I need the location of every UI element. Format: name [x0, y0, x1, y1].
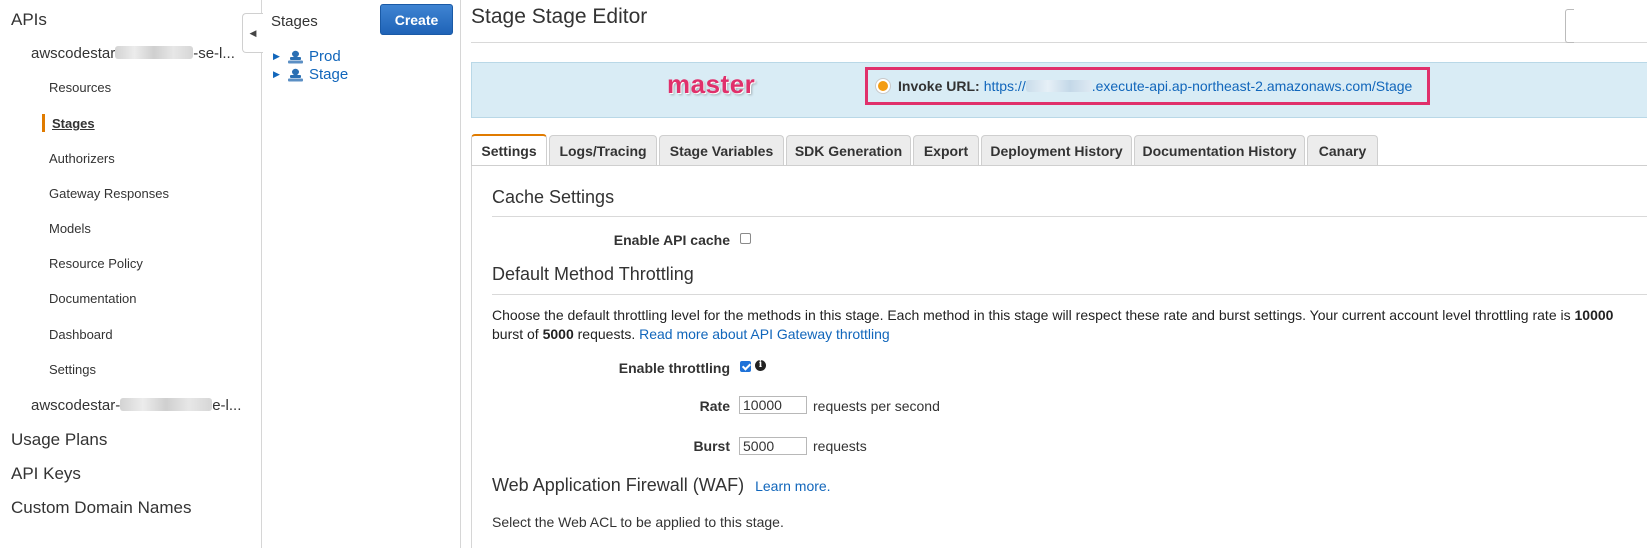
stage-tree-item-prod[interactable]: ▶ Prod: [273, 48, 341, 65]
nav-stages[interactable]: Stages: [52, 116, 95, 131]
invoke-url-highlight: Invoke URL: https:// .execute-api.ap-nort…: [865, 67, 1430, 105]
waf-heading: Web Application Firewall (WAF) Learn mor…: [492, 475, 831, 496]
nav-api-1-suffix: -se-l...: [193, 45, 235, 62]
nav-models[interactable]: Models: [49, 221, 91, 236]
redacted-blur: [115, 46, 194, 59]
waf-heading-text: Web Application Firewall (WAF): [492, 475, 745, 495]
nav-dashboard[interactable]: Dashboard: [49, 327, 113, 342]
nav-api-1-prefix: awscodestar: [31, 45, 116, 62]
branch-badge: master: [667, 69, 756, 99]
rate-suffix: requests per second: [813, 398, 940, 414]
invoke-url-banner: master Invoke URL: https:// .execute-api.…: [471, 62, 1647, 118]
throttling-desc-text-2: burst of: [492, 326, 543, 342]
nav-documentation[interactable]: Documentation: [49, 291, 136, 306]
stages-panel-title: Stages: [271, 13, 318, 30]
enable-throttling-label: Enable throttling: [618, 360, 730, 376]
settings-panel: Cache Settings Enable API cache Default …: [471, 166, 1647, 548]
nav-apis[interactable]: APIs: [11, 10, 47, 30]
tab-deployment-history[interactable]: Deployment History: [981, 135, 1132, 165]
stage-tree-label: Prod: [309, 48, 341, 65]
throttling-heading: Default Method Throttling: [492, 264, 694, 284]
caret-right-icon[interactable]: ▶: [273, 69, 287, 80]
throttling-desc-text: Choose the default throttling level for …: [492, 307, 1575, 323]
nav-gateway-responses[interactable]: Gateway Responses: [49, 186, 169, 201]
enable-throttling-checkbox[interactable]: [740, 361, 751, 372]
rate-input[interactable]: [739, 396, 807, 414]
tab-sdk-generation[interactable]: SDK Generation: [786, 135, 911, 165]
tab-documentation-history[interactable]: Documentation History: [1134, 135, 1305, 165]
stage-tree-item-stage[interactable]: ▶ Stage: [273, 66, 348, 83]
invoke-url-prefix: https://: [983, 78, 1026, 94]
throttling-desc-text-3: requests.: [573, 326, 640, 342]
rate-label: Rate: [699, 398, 730, 414]
collapse-panel-button[interactable]: ◀: [242, 13, 263, 53]
waf-learn-more-link[interactable]: Learn more.: [755, 478, 830, 494]
redacted-blur: [1025, 80, 1092, 92]
enable-api-cache-label: Enable API cache: [613, 232, 730, 248]
burst-suffix: requests: [813, 438, 867, 454]
left-navigation: APIs awscodestar -se-l... Resources Stage…: [0, 0, 262, 548]
nav-settings[interactable]: Settings: [49, 362, 96, 377]
tab-export[interactable]: Export: [913, 135, 979, 165]
throttling-description: Choose the default throttling level for …: [492, 306, 1647, 344]
stage-tree-label: Stage: [309, 66, 349, 83]
redacted-blur: [120, 398, 213, 411]
stages-panel: Stages Create ▶ Prod ▶ Stage: [262, 0, 461, 548]
nav-api-item-2[interactable]: awscodestar-e-l...: [31, 397, 241, 414]
account-rate-value: 10000: [1574, 307, 1614, 323]
nav-usage-plans[interactable]: Usage Plans: [11, 430, 107, 450]
read-more-throttling-link[interactable]: Read more about API Gateway throttling: [639, 326, 890, 342]
nav-authorizers[interactable]: Authorizers: [49, 151, 115, 166]
burst-label: Burst: [693, 438, 730, 454]
tab-settings[interactable]: Settings: [471, 134, 547, 166]
stage-editor: Stage Stage Editor master Invoke URL: ht…: [471, 0, 1647, 548]
account-burst-value: 5000: [542, 326, 574, 342]
nav-api-keys[interactable]: API Keys: [11, 464, 81, 484]
scroll-handle[interactable]: [1565, 9, 1574, 43]
enable-api-cache-checkbox[interactable]: [740, 233, 751, 244]
tab-logs-tracing[interactable]: Logs/Tracing: [549, 135, 657, 165]
caret-right-icon[interactable]: ▶: [273, 51, 287, 62]
info-icon[interactable]: i: [755, 360, 766, 371]
page-title: Stage Stage Editor: [471, 5, 648, 28]
status-dot-icon: [876, 79, 890, 93]
nav-resources[interactable]: Resources: [49, 80, 111, 95]
burst-input[interactable]: [739, 437, 807, 455]
create-stage-button[interactable]: Create: [380, 4, 453, 35]
invoke-url-label: Invoke URL:: [898, 78, 980, 94]
stage-icon: [288, 50, 303, 63]
invoke-url-link[interactable]: https:// .execute-api.ap-northeast-2.amaz…: [984, 78, 1413, 94]
cache-settings-heading: Cache Settings: [492, 187, 615, 207]
nav-api-item-1[interactable]: awscodestar -se-l...: [31, 45, 235, 62]
nav-resource-policy[interactable]: Resource Policy: [49, 256, 143, 271]
nav-api-2-suffix: e-l...: [212, 397, 242, 414]
chevron-left-icon: ◀: [249, 27, 257, 38]
nav-api-2-prefix: awscodestar-: [31, 397, 121, 414]
divider: [492, 216, 1647, 217]
stage-icon: [288, 68, 303, 81]
divider: [492, 294, 1647, 295]
invoke-url-suffix: .execute-api.ap-northeast-2.amazonaws.co…: [1091, 78, 1413, 94]
tab-canary[interactable]: Canary: [1307, 135, 1378, 165]
stage-tabs: Settings Logs/Tracing Stage Variables SD…: [471, 134, 1647, 166]
active-indicator: [42, 114, 45, 132]
tab-stage-variables[interactable]: Stage Variables: [659, 135, 784, 165]
waf-description: Select the Web ACL to be applied to this…: [492, 514, 784, 530]
nav-custom-domain-names[interactable]: Custom Domain Names: [11, 498, 191, 518]
divider: [471, 42, 1647, 43]
